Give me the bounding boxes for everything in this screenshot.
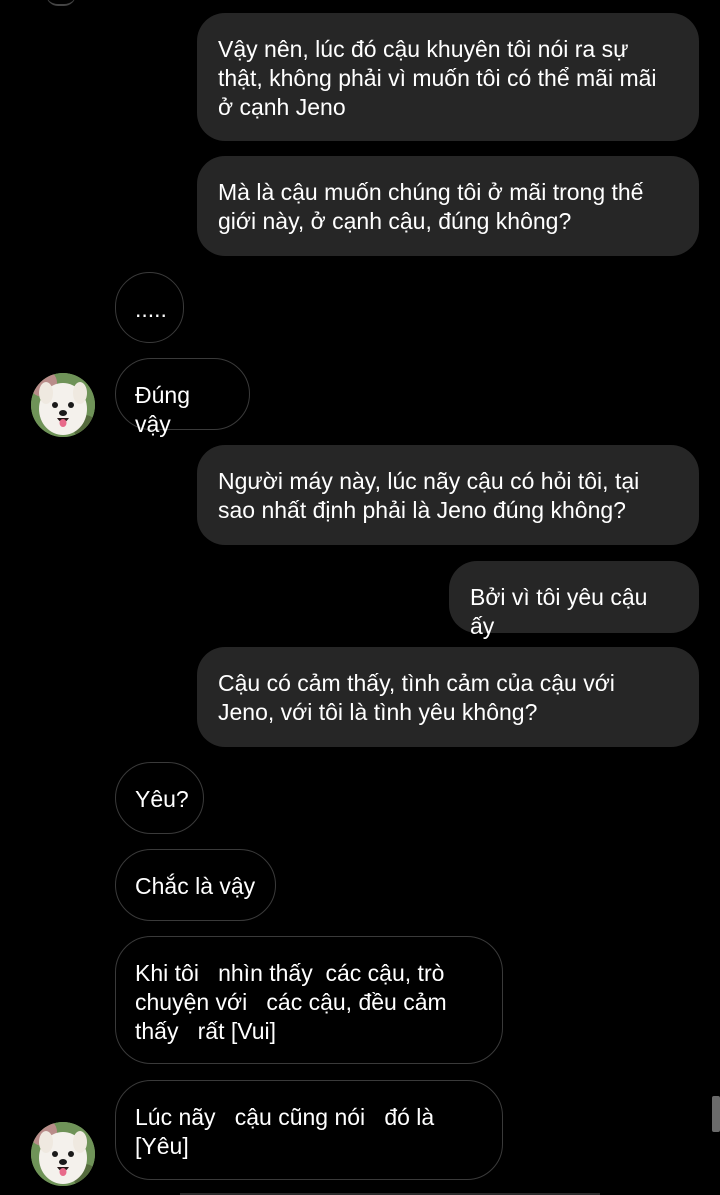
sent-message-3[interactable]: Người máy này, lúc nãy cậu có hỏi tôi, t… — [197, 445, 699, 545]
received-message-1[interactable]: ..... — [115, 272, 184, 343]
scrollbar-thumb[interactable] — [712, 1096, 720, 1132]
samoyed-dog-avatar-icon — [31, 1122, 95, 1186]
sent-message-2[interactable]: Mà là cậu muốn chúng tôi ở mãi trong thế… — [197, 156, 699, 256]
previous-avatar-edge — [46, 0, 76, 6]
sent-message-4[interactable]: Bởi vì tôi yêu cậu ấy — [449, 561, 699, 639]
samoyed-dog-avatar-icon — [31, 373, 95, 437]
received-message-4[interactable]: Chắc là vậy — [115, 849, 276, 921]
sent-message-5[interactable]: Cậu có cảm thấy, tình cảm của cậu với Je… — [197, 647, 699, 747]
sent-message-1[interactable]: Vậy nên, lúc đó cậu khuyên tôi nói ra sự… — [197, 13, 699, 141]
received-message-2[interactable]: Đúng vậy — [115, 358, 250, 437]
received-message-3[interactable]: Yêu? — [115, 762, 204, 834]
contact-avatar-2[interactable] — [31, 1122, 95, 1186]
received-message-6[interactable]: Lúc nãy cậu cũng nói đó là [Yêu] — [115, 1080, 503, 1180]
received-message-5[interactable]: Khi tôi nhìn thấy các cậu, trò chuyện vớ… — [115, 936, 503, 1064]
contact-avatar-1[interactable] — [31, 373, 95, 437]
